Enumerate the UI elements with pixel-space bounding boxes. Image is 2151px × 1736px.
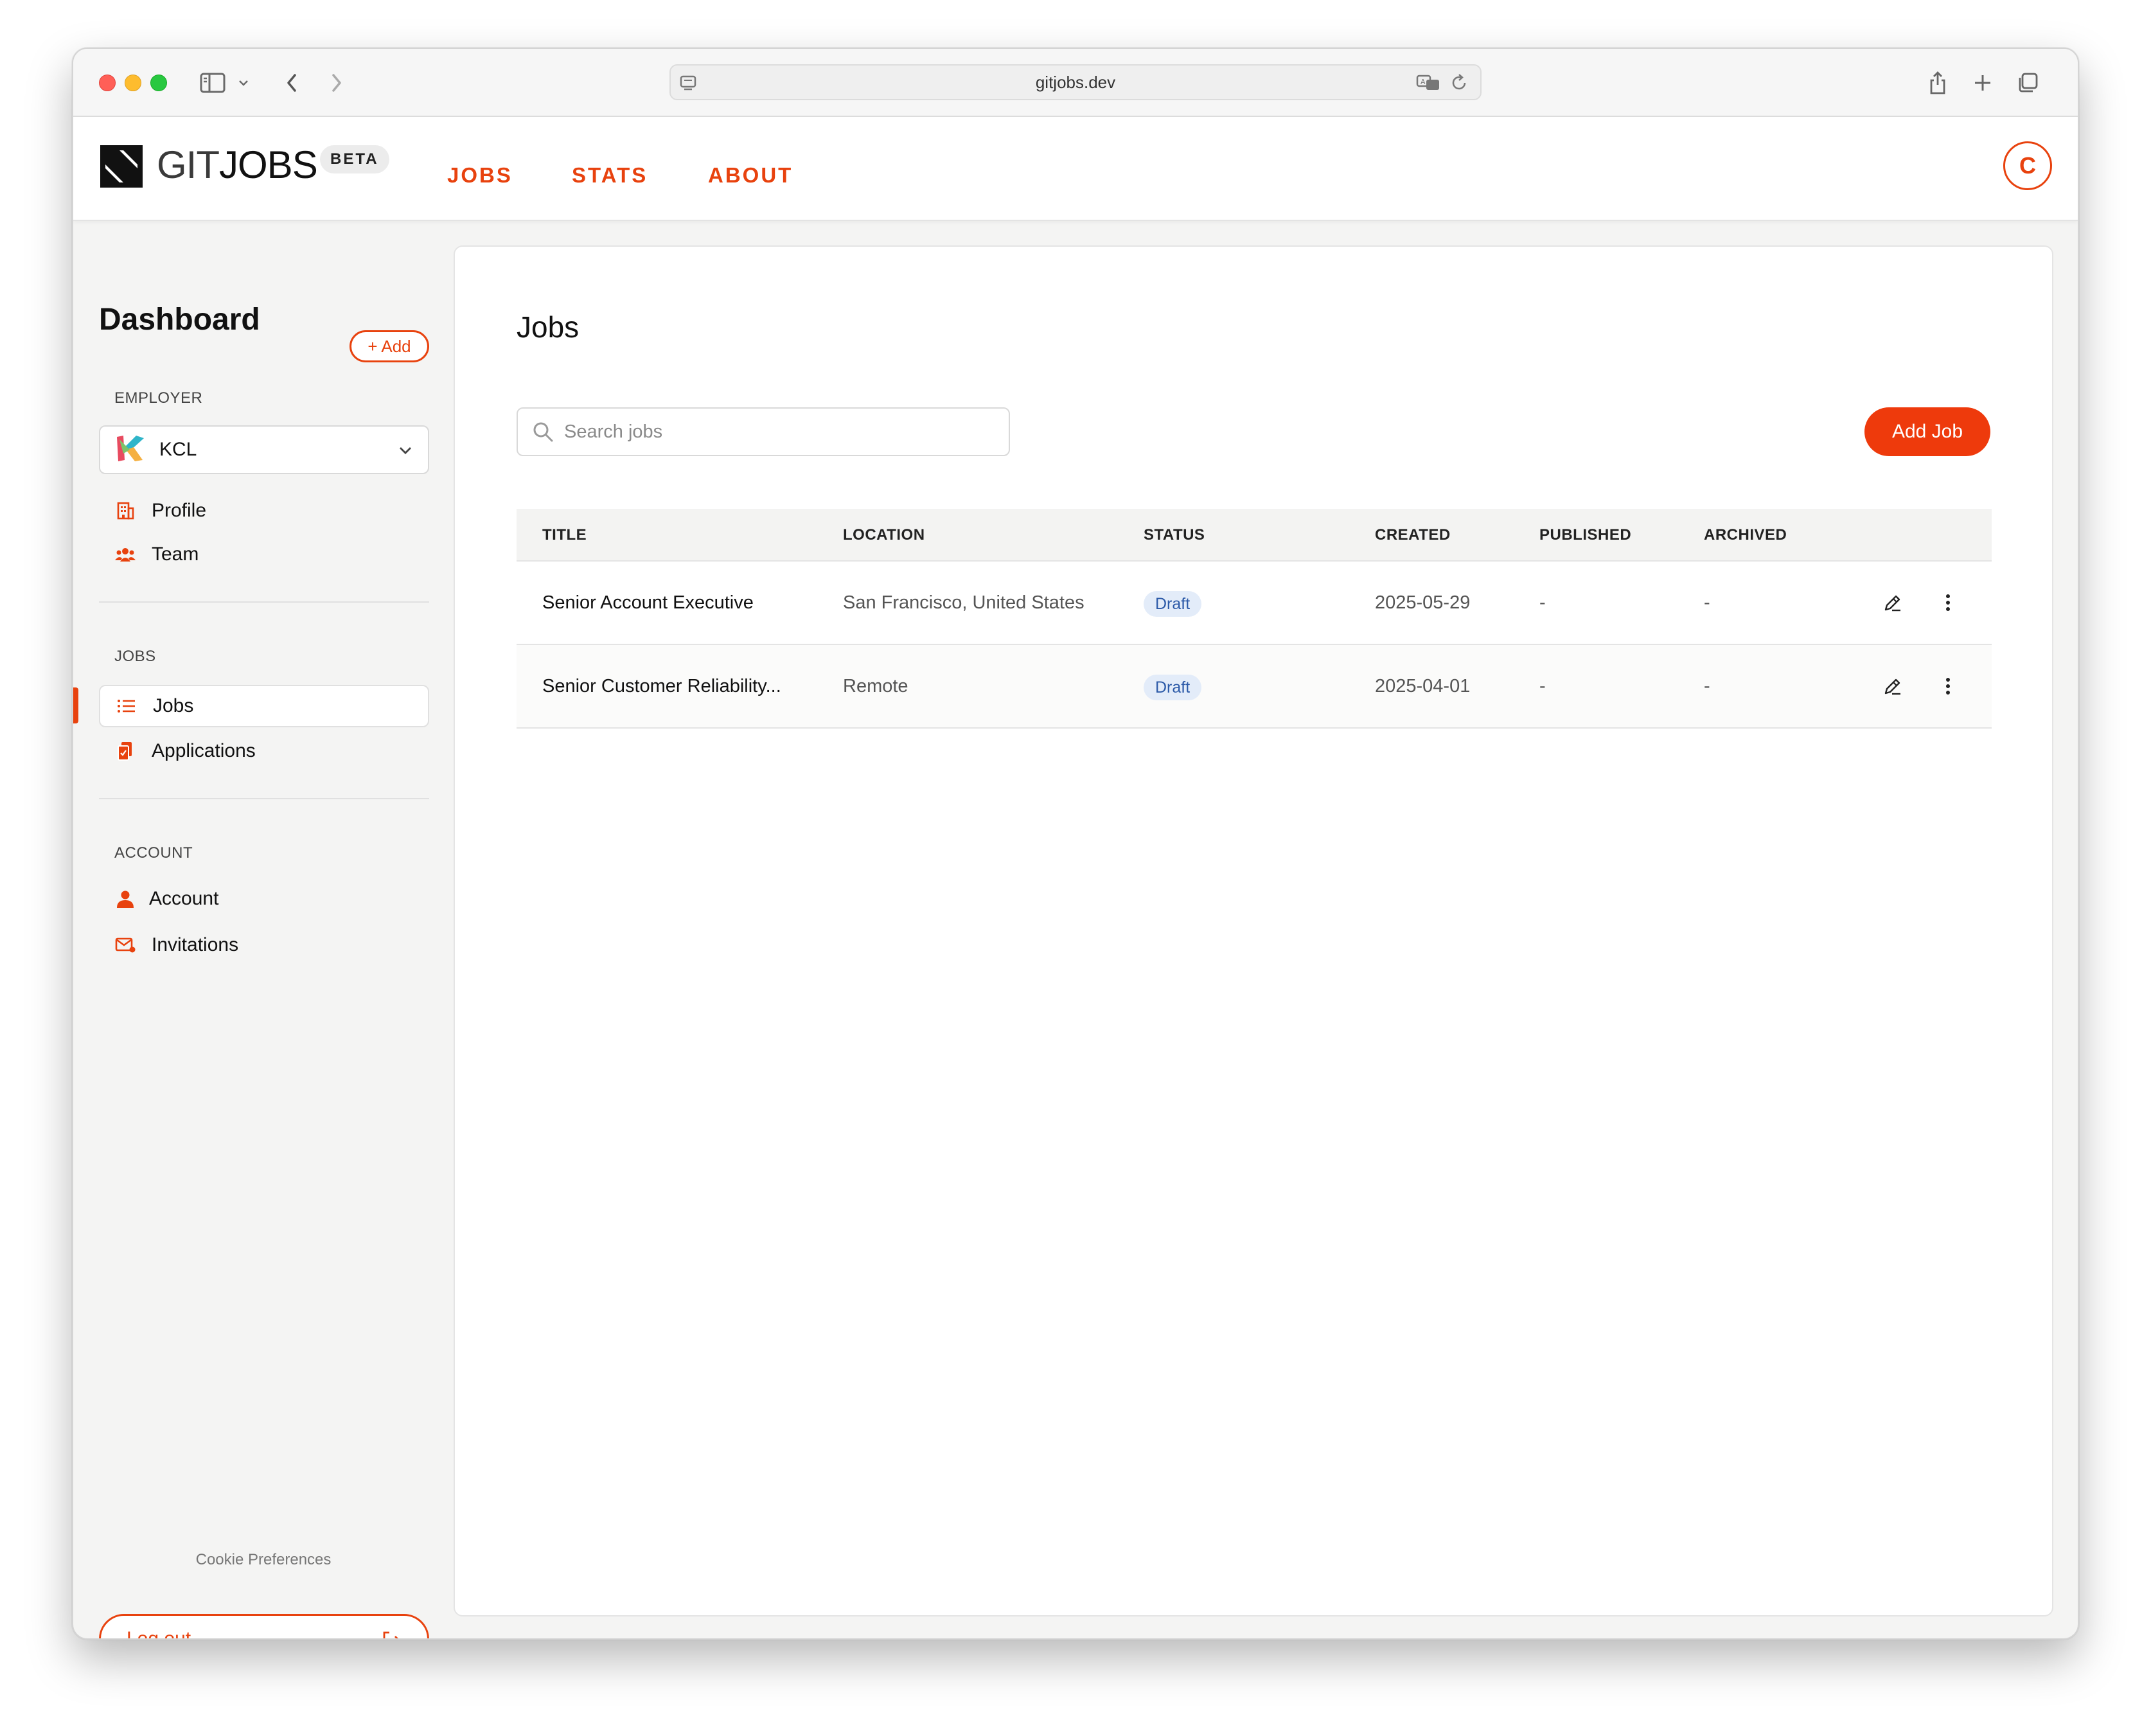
column-header-archived[interactable]: ARCHIVED [1704, 509, 1787, 562]
page-title: Jobs [517, 310, 580, 344]
zoom-window-button[interactable] [150, 75, 167, 91]
column-header-title[interactable]: TITLE [542, 509, 587, 562]
kcl-logo-icon [114, 434, 145, 466]
sidebar-item-label: Profile [152, 500, 207, 521]
logout-label: Log out [127, 1628, 191, 1640]
dashboard-title: Dashboard [99, 303, 260, 337]
account-section-label: ACCOUNT [114, 844, 193, 862]
add-employer-button[interactable]: + Add [350, 330, 429, 362]
translate-icon[interactable]: A [1416, 73, 1442, 93]
sidebar-item-applications[interactable]: Applications [99, 730, 429, 772]
jobs-table: TITLE LOCATION STATUS CREATED PUBLISHED … [517, 509, 1992, 729]
column-header-created[interactable]: CREATED [1375, 509, 1451, 562]
job-created: 2025-05-29 [1375, 592, 1471, 613]
status-badge: Draft [1144, 675, 1202, 700]
column-header-status[interactable]: STATUS [1144, 509, 1205, 562]
nav-stats-link[interactable]: STATS [572, 163, 648, 188]
employer-select[interactable]: KCL [99, 425, 429, 474]
sidebar-toggle-icon[interactable] [197, 68, 229, 98]
table-row[interactable]: Senior Customer Reliability... Remote Dr… [517, 645, 1992, 729]
logo-suffix: JOBS [219, 143, 318, 186]
svg-text:A: A [1421, 78, 1426, 86]
job-title[interactable]: Senior Customer Reliability... [542, 645, 781, 727]
selected-employer: KCL [159, 439, 197, 460]
beta-badge: BETA [320, 145, 389, 173]
user-icon [114, 888, 136, 910]
sidebar-item-invitations[interactable]: Invitations [99, 924, 429, 966]
jobs-section-label: JOBS [114, 648, 156, 665]
users-icon [114, 544, 136, 565]
sidebar-item-label: Invitations [152, 934, 239, 955]
sidebar-item-profile[interactable]: Profile [99, 490, 429, 532]
forward-icon[interactable] [324, 68, 350, 98]
tab-overview-icon[interactable] [2015, 68, 2040, 98]
mail-icon [114, 934, 136, 956]
site-header: GITJOBS BETA JOBS STATS ABOUT C [73, 117, 2078, 221]
job-published: - [1539, 676, 1546, 696]
reload-icon[interactable] [1451, 73, 1469, 93]
add-job-button[interactable]: Add Job [1864, 407, 1990, 456]
sidebar-item-label: Applications [152, 740, 256, 761]
list-icon [116, 695, 137, 717]
sidebar-divider [99, 798, 429, 799]
gitjobs-logo-icon[interactable] [100, 145, 143, 188]
edit-pencil-icon[interactable] [1880, 590, 1906, 616]
site-logo-text[interactable]: GITJOBS [157, 143, 318, 188]
status-badge: Draft [1144, 591, 1202, 617]
logo-prefix: GIT [157, 143, 220, 186]
logout-icon [381, 1630, 402, 1638]
job-location: San Francisco, United States [843, 592, 1084, 613]
search-input[interactable] [564, 421, 1001, 443]
column-header-location[interactable]: LOCATION [843, 509, 925, 562]
job-title[interactable]: Senior Account Executive [542, 562, 754, 644]
job-archived: - [1704, 676, 1710, 696]
table-row[interactable]: Senior Account Executive San Francisco, … [517, 562, 1992, 645]
sidebar-item-team[interactable]: Team [99, 533, 429, 576]
browser-toolbar: gitjobs.dev A [73, 49, 2078, 117]
sidebar-item-account[interactable]: Account [99, 878, 429, 920]
chevron-down-icon [397, 442, 414, 459]
dashboard-sidebar: Dashboard EMPLOYER + Add KCL Profile Tea… [73, 221, 454, 1640]
job-created: 2025-04-01 [1375, 676, 1471, 696]
building-icon [114, 500, 136, 522]
job-archived: - [1704, 592, 1710, 613]
more-options-icon[interactable] [1935, 590, 1961, 616]
active-indicator [73, 687, 78, 723]
job-location: Remote [843, 676, 908, 696]
sidebar-item-jobs[interactable]: Jobs [99, 685, 429, 727]
search-box[interactable] [517, 407, 1010, 456]
close-window-button[interactable] [99, 75, 116, 91]
cookie-preferences-link[interactable]: Cookie Preferences [73, 1551, 454, 1569]
edit-pencil-icon[interactable] [1880, 673, 1906, 699]
sidebar-divider [99, 601, 429, 603]
nav-jobs-link[interactable]: JOBS [447, 163, 513, 188]
job-published: - [1539, 592, 1546, 613]
chevron-down-icon[interactable] [234, 68, 253, 98]
table-header: TITLE LOCATION STATUS CREATED PUBLISHED … [517, 509, 1992, 562]
clipboard-icon [114, 740, 136, 762]
employer-section-label: EMPLOYER [114, 389, 203, 407]
column-header-published[interactable]: PUBLISHED [1539, 509, 1631, 562]
new-tab-icon[interactable] [1970, 68, 1996, 98]
sidebar-item-label: Team [152, 544, 199, 565]
minimize-window-button[interactable] [125, 75, 141, 91]
share-icon[interactable] [1925, 68, 1951, 98]
search-icon [532, 421, 554, 443]
more-options-icon[interactable] [1935, 673, 1961, 699]
jobs-panel: Jobs Add Job TITLE LOCATION STATUS CREAT… [454, 245, 2053, 1616]
url-text: gitjobs.dev [1035, 72, 1116, 92]
address-bar[interactable]: gitjobs.dev A [669, 64, 1482, 100]
nav-about-link[interactable]: ABOUT [708, 163, 793, 188]
page-settings-icon[interactable] [678, 73, 698, 93]
user-avatar[interactable]: C [2003, 141, 2052, 190]
sidebar-item-label: Jobs [153, 695, 194, 716]
logout-button[interactable]: Log out [99, 1614, 429, 1640]
sidebar-item-label: Account [149, 888, 219, 909]
back-icon[interactable] [279, 68, 305, 98]
browser-window: gitjobs.dev A GITJOBS BETA JOBS STATS AB… [72, 48, 2079, 1640]
